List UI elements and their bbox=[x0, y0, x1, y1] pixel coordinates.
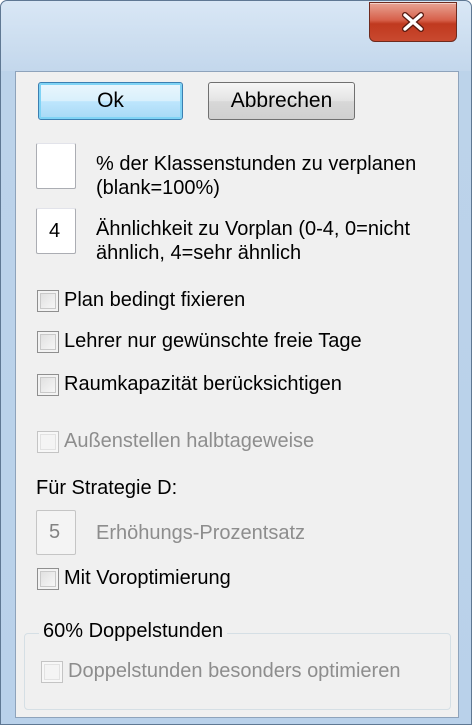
increase-input: 5 bbox=[36, 510, 76, 555]
double-lessons-label: Doppelstunden besonders optimieren bbox=[68, 660, 401, 682]
half-day-checkbox bbox=[37, 430, 59, 453]
close-button[interactable] bbox=[369, 2, 457, 42]
fix-plan-checkbox[interactable] bbox=[37, 289, 59, 312]
double-lessons-checkbox-row: Doppelstunden besonders optimieren bbox=[41, 660, 400, 683]
preoptimize-checkbox[interactable] bbox=[37, 567, 59, 590]
ok-button[interactable]: Ok bbox=[38, 82, 183, 120]
double-lessons-checkbox bbox=[41, 660, 63, 683]
room-capacity-label: Raumkapazität berücksichtigen bbox=[64, 373, 342, 395]
room-capacity-checkbox[interactable] bbox=[37, 373, 59, 396]
preoptimize-label: Mit Voroptimierung bbox=[64, 567, 231, 589]
similarity-label: Ähnlichkeit zu Vorplan (0-4, 0=nicht ähn… bbox=[96, 218, 411, 264]
groupbox-title: 60% Doppelstunden bbox=[39, 620, 228, 643]
similarity-input[interactable]: 4 bbox=[36, 208, 76, 254]
dialog-client-area: Ok Abbrechen % der Klassenstunden zu ver… bbox=[15, 71, 459, 718]
teacher-free-days-label: Lehrer nur gewünschte freie Tage bbox=[64, 330, 362, 352]
double-lessons-groupbox: 60% Doppelstunden Doppelstunden besonder… bbox=[24, 620, 451, 710]
half-day-label: Außenstellen halbtageweise bbox=[64, 430, 315, 452]
percent-label: % der Klassenstunden zu verplanen (blank… bbox=[96, 153, 417, 199]
increase-label: Erhöhungs-Prozentsatz bbox=[96, 522, 306, 544]
fix-plan-checkbox-row[interactable]: Plan bedingt fixieren bbox=[37, 289, 245, 312]
fix-plan-label: Plan bedingt fixieren bbox=[64, 289, 246, 311]
half-day-checkbox-row: Außenstellen halbtageweise bbox=[37, 430, 314, 453]
cancel-button[interactable]: Abbrechen bbox=[208, 82, 355, 120]
percent-input[interactable] bbox=[36, 143, 76, 189]
close-x-icon bbox=[402, 12, 424, 32]
preoptimize-checkbox-row[interactable]: Mit Voroptimierung bbox=[37, 567, 231, 590]
teacher-free-days-checkbox[interactable] bbox=[37, 330, 59, 353]
strategy-heading: Für Strategie D: bbox=[36, 477, 178, 499]
teacher-free-days-checkbox-row[interactable]: Lehrer nur gewünschte freie Tage bbox=[37, 330, 362, 353]
dialog-window: Ok Abbrechen % der Klassenstunden zu ver… bbox=[0, 0, 472, 725]
room-capacity-checkbox-row[interactable]: Raumkapazität berücksichtigen bbox=[37, 373, 342, 396]
title-bar bbox=[1, 1, 471, 71]
